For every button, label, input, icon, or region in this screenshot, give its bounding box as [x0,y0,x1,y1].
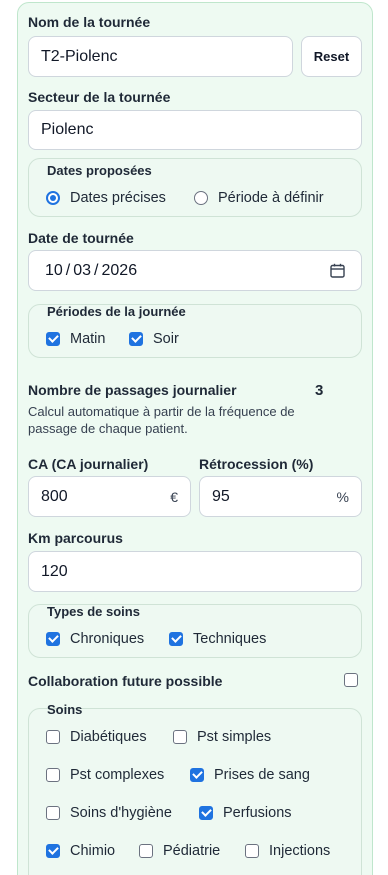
checkbox-soir-control[interactable] [129,332,143,346]
radio-dates-precises-label: Dates précises [70,190,166,206]
checkbox-techniques-label: Techniques [193,631,267,647]
checkbox-diabetiques-control[interactable] [46,730,60,744]
checkbox-pst-complexes[interactable]: Pst complexes [46,767,164,783]
tour-name-value: T2-Piolenc [41,47,118,65]
checkbox-injections-control[interactable] [245,844,259,858]
collaboration-checkbox[interactable] [344,673,358,692]
checkbox-soir[interactable]: Soir [129,331,179,347]
radio-dates-precises-control[interactable] [46,191,60,205]
sector-value: Piolenc [41,121,94,138]
sector-label: Secteur de la tournée [28,89,171,105]
checkbox-soins-hygiene-control[interactable] [46,806,60,820]
ca-label: CA (CA journalier) [28,456,149,472]
tour-name-label: Nom de la tournée [28,14,151,30]
checkbox-pediatrie-label: Pédiatrie [163,843,221,859]
radio-periode-a-definir[interactable]: Période à définir [194,190,324,206]
checkbox-pst-simples-label: Pst simples [197,729,272,745]
checkbox-techniques-control[interactable] [169,632,183,646]
collaboration-label: Collaboration future possible [28,673,223,689]
periodes-legend: Périodes de la journée [47,304,186,319]
retrocession-label: Rétrocession (%) [199,456,314,472]
ca-value: 800 [41,487,68,505]
checkbox-chroniques[interactable]: Chroniques [46,631,144,647]
radio-dates-precises[interactable]: Dates précises [46,190,166,206]
checkbox-diabetiques[interactable]: Diabétiques [46,729,147,745]
checkbox-chimio[interactable]: Chimio [46,843,115,859]
km-input[interactable]: 120 [28,551,362,592]
passages-label: Nombre de passages journalier [28,382,237,398]
date-separator-2: / [94,261,99,279]
checkbox-matin-label: Matin [70,331,106,347]
radio-periode-a-definir-control[interactable] [194,191,208,205]
reset-button-label: Reset [313,49,350,64]
date-day: 10 [45,261,63,279]
checkbox-chroniques-label: Chroniques [70,631,145,647]
collaboration-checkbox-control[interactable] [344,673,358,687]
checkbox-soins-hygiene-label: Soins d'hygiène [70,805,172,821]
tour-name-input[interactable]: T2-Piolenc [28,36,293,77]
date-label: Date de tournée [28,230,134,246]
checkbox-matin-control[interactable] [46,332,60,346]
date-input[interactable]: 10 / 03 / 2026 [28,250,362,291]
retrocession-input[interactable]: 95 % [199,476,362,517]
percent-suffix: % [336,488,349,505]
checkbox-injections[interactable]: Injections [245,843,330,859]
km-value: 120 [41,562,68,580]
checkbox-pst-complexes-label: Pst complexes [70,767,165,783]
checkbox-pediatrie[interactable]: Pédiatrie [139,843,220,859]
checkbox-perfusions-control[interactable] [199,806,213,820]
checkbox-prises-de-sang-control[interactable] [190,768,204,782]
soins-legend: Soins [47,702,83,717]
passages-value: 3 [315,382,324,399]
checkbox-diabetiques-label: Diabétiques [70,729,147,745]
reset-button[interactable]: Reset [301,36,362,77]
checkbox-chroniques-control[interactable] [46,632,60,646]
date-separator-1: / [65,261,71,279]
checkbox-perfusions[interactable]: Perfusions [199,805,292,821]
checkbox-pediatrie-control[interactable] [139,844,153,858]
checkbox-chimio-control[interactable] [46,844,60,858]
date-year: 2026 [101,261,138,279]
checkbox-prises-de-sang-label: Prises de sang [214,767,310,783]
date-month: 03 [73,261,92,279]
passages-help-text: Calcul automatique à partir de la fréque… [28,404,295,436]
radio-periode-a-definir-label: Période à définir [218,190,324,206]
checkbox-pst-simples[interactable]: Pst simples [173,729,271,745]
km-label: Km parcourus [28,530,123,546]
retrocession-value: 95 [212,487,230,505]
checkbox-pst-complexes-control[interactable] [46,768,60,782]
euro-suffix: € [170,488,178,505]
checkbox-perfusions-label: Perfusions [223,805,292,821]
checkbox-pst-simples-control[interactable] [173,730,187,744]
checkbox-prises-de-sang[interactable]: Prises de sang [190,767,310,783]
checkbox-techniques[interactable]: Techniques [169,631,266,647]
checkbox-injections-label: Injections [269,843,331,859]
checkbox-soins-hygiene[interactable]: Soins d'hygiène [46,805,172,821]
checkbox-matin[interactable]: Matin [46,331,105,347]
checkbox-soir-label: Soir [153,331,179,347]
ca-input[interactable]: 800 € [28,476,191,517]
calendar-icon[interactable] [330,263,345,283]
sector-input[interactable]: Piolenc [28,110,362,150]
types-legend: Types de soins [47,604,140,619]
dates-legend: Dates proposées [47,163,152,178]
checkbox-chimio-label: Chimio [70,843,116,859]
